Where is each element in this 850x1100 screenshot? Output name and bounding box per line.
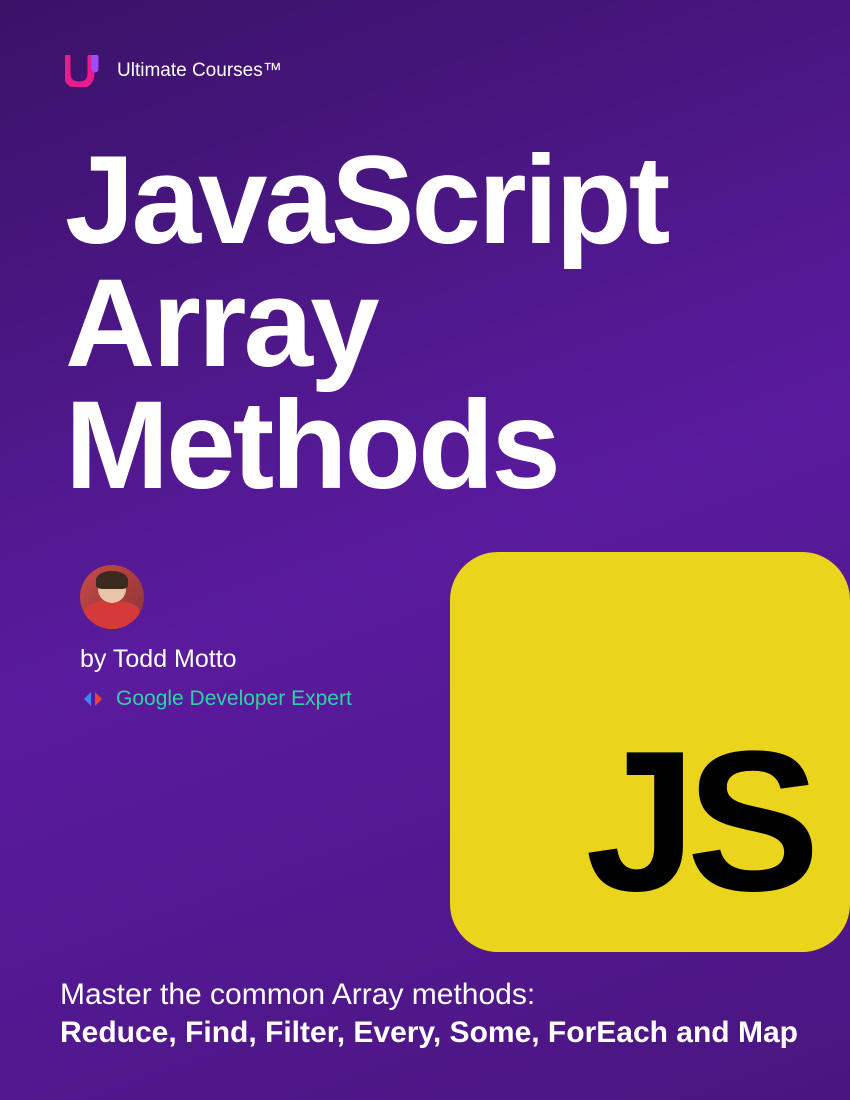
title-line-1: JavaScript [65, 140, 667, 263]
title-line-3: Methods [65, 385, 667, 508]
credential-text: Google Developer Expert [116, 687, 352, 711]
footer-methods-list: Reduce, Find, Filter, Every, Some, ForEa… [60, 1016, 798, 1050]
author-avatar [80, 565, 144, 629]
developer-expert-icon [80, 686, 106, 712]
footer-intro: Master the common Array methods: [60, 978, 798, 1012]
title-line-2: Array [65, 263, 667, 386]
author-credential: Google Developer Expert [80, 686, 352, 712]
brand-name: Ultimate Courses™ [117, 60, 282, 82]
author-byline: by Todd Motto [80, 645, 352, 674]
main-title: JavaScript Array Methods [65, 140, 667, 508]
footer-tagline: Master the common Array methods: Reduce,… [60, 978, 798, 1050]
author-block: by Todd Motto Google Developer Expert [80, 565, 352, 712]
brand-header: Ultimate Courses™ [65, 55, 282, 87]
javascript-badge: JS [450, 552, 850, 952]
brand-logo-icon [65, 55, 103, 87]
javascript-badge-label: JS [585, 722, 810, 922]
